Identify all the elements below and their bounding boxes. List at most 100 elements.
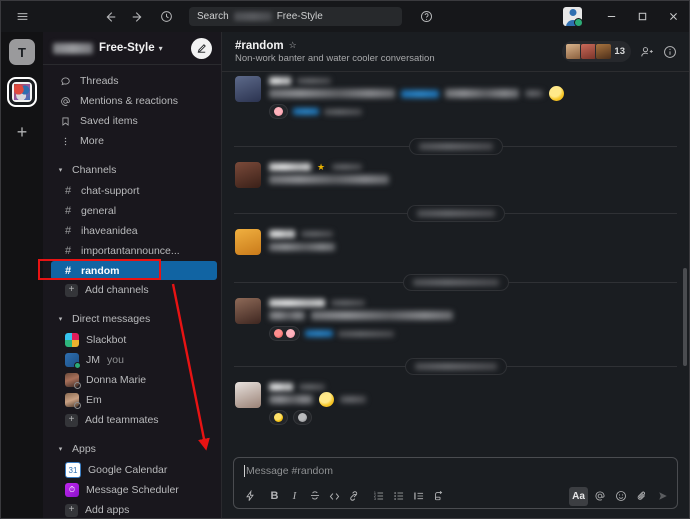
sidebar-scroll: Threads Mentions & reactions Saved items (43, 65, 221, 518)
search-input[interactable]: Search Free-Style (189, 7, 402, 26)
message-reactions (269, 104, 675, 119)
reaction-pill[interactable] (269, 410, 288, 425)
add-person-icon[interactable] (640, 45, 654, 59)
date-pill[interactable] (402, 273, 509, 291)
close-button[interactable] (658, 1, 689, 32)
channel-header: #random ☆ Non-work banter and water cool… (222, 32, 689, 72)
user-avatar[interactable] (563, 7, 582, 26)
channel-description[interactable]: Non-work banter and water cooler convers… (235, 53, 435, 64)
sidebar-channel-ihaveanidea[interactable]: # ihaveanidea (43, 221, 221, 241)
date-pill[interactable] (406, 204, 505, 222)
sidebar-dm-donna-marie[interactable]: Donna Marie (43, 370, 221, 390)
date-divider (222, 271, 689, 293)
section-header-channels[interactable]: ▾ Channels (43, 159, 221, 181)
add-channels-button[interactable]: + Add channels (43, 280, 221, 300)
add-workspace-button[interactable]: + (9, 119, 35, 145)
message-scrollbar[interactable] (683, 268, 687, 366)
ordered-list-icon[interactable]: 123 (369, 487, 388, 506)
message-author-redacted (269, 163, 311, 171)
sidebar-item-mentions[interactable]: Mentions & reactions (43, 91, 221, 111)
emoji-icon (274, 107, 283, 116)
info-circle-icon[interactable] (663, 45, 677, 59)
code-block-icon[interactable] (429, 487, 448, 506)
avatar[interactable] (235, 382, 261, 408)
hash-icon: # (65, 185, 72, 197)
formatting-toggle-button[interactable]: Aa (569, 486, 588, 506)
code-icon[interactable] (325, 487, 344, 506)
compose-message-button[interactable] (191, 37, 212, 59)
reaction-pill[interactable] (269, 104, 288, 119)
message-input[interactable]: Message #random (234, 458, 677, 484)
section-label: Channels (72, 164, 117, 176)
hash-icon: # (65, 205, 72, 217)
workspace-icon-active[interactable] (7, 77, 37, 107)
help-circle-icon[interactable] (413, 5, 439, 29)
emoji-icon (286, 329, 295, 338)
search-redacted-text (233, 12, 272, 21)
message-item (222, 377, 689, 429)
star-icon[interactable]: ☆ (289, 40, 297, 51)
sidebar-dm-jm[interactable]: JM you (43, 350, 221, 370)
workspace-badge[interactable]: T (9, 39, 35, 65)
minimize-button[interactable] (596, 1, 627, 32)
message-list[interactable]: ★ (222, 72, 689, 451)
avatar[interactable] (235, 298, 261, 324)
sun-emoji-icon (319, 392, 334, 407)
message-composer[interactable]: Message #random B I 1 2 3 Aa (233, 457, 678, 509)
send-button[interactable] (653, 487, 672, 506)
channel-label: ihaveanidea (81, 225, 138, 237)
sidebar-app-message-scheduler[interactable]: ⏱ Message Scheduler (43, 480, 221, 500)
sidebar-item-saved[interactable]: Saved items (43, 111, 221, 131)
date-redacted (418, 142, 493, 150)
channel-title[interactable]: #random (235, 40, 284, 52)
maximize-button[interactable] (627, 1, 658, 32)
history-clock-icon[interactable] (153, 5, 179, 29)
shortcuts-icon[interactable] (240, 487, 259, 506)
section-header-direct-messages[interactable]: ▾ Direct messages (43, 308, 221, 330)
forward-arrow-icon[interactable] (125, 5, 151, 29)
bulleted-list-icon[interactable] (389, 487, 408, 506)
message-item (222, 74, 689, 123)
sidebar-channel-chat-support[interactable]: # chat-support (43, 181, 221, 201)
avatar[interactable] (235, 162, 261, 188)
emoji-icon[interactable] (611, 487, 630, 506)
add-teammates-button[interactable]: + Add teammates (43, 410, 221, 430)
bold-icon[interactable]: B (265, 487, 284, 506)
strikethrough-icon[interactable] (305, 487, 324, 506)
avatar[interactable] (235, 76, 261, 102)
link-icon[interactable] (345, 487, 364, 506)
blockquote-icon[interactable] (409, 487, 428, 506)
channel-label: random (81, 264, 120, 277)
thread-link-redacted[interactable] (305, 330, 333, 337)
attachment-icon[interactable] (632, 487, 651, 506)
sidebar-app-google-calendar[interactable]: 31 Google Calendar (43, 460, 221, 480)
hamburger-menu-icon[interactable] (9, 5, 35, 29)
emoji-icon (274, 413, 283, 422)
workspace-header[interactable]: Free-Style ▾ (43, 32, 221, 65)
chevron-down-icon: ▾ (58, 316, 63, 323)
member-list-button[interactable]: 13 (562, 41, 631, 62)
sidebar-channel-general[interactable]: # general (43, 201, 221, 221)
date-pill[interactable] (404, 357, 507, 375)
add-reaction-button[interactable] (293, 410, 312, 425)
em-avatar (65, 393, 81, 409)
thread-link-redacted[interactable] (293, 108, 319, 115)
sidebar-item-threads[interactable]: Threads (43, 71, 221, 91)
sidebar-item-more[interactable]: More (43, 131, 221, 151)
sidebar-dm-slackbot[interactable]: Slackbot (43, 330, 221, 350)
mention-icon[interactable] (590, 487, 609, 506)
section-header-apps[interactable]: ▾ Apps (43, 438, 221, 460)
sidebar-channel-random[interactable]: # random (51, 261, 217, 280)
google-calendar-icon: 31 (65, 462, 81, 478)
back-arrow-icon[interactable] (97, 5, 123, 29)
message-author-redacted (269, 77, 291, 85)
sidebar-dm-em[interactable]: Em (43, 390, 221, 410)
star-badge-icon: ★ (317, 161, 326, 172)
italic-icon[interactable]: I (285, 487, 304, 506)
date-pill[interactable] (408, 137, 503, 155)
reaction-pill[interactable] (269, 326, 300, 341)
add-apps-button[interactable]: + Add apps (43, 500, 221, 518)
sidebar-channel-importantannouncements[interactable]: # importantannounce... (43, 241, 221, 261)
section-label: Apps (72, 443, 96, 455)
avatar[interactable] (235, 229, 261, 255)
